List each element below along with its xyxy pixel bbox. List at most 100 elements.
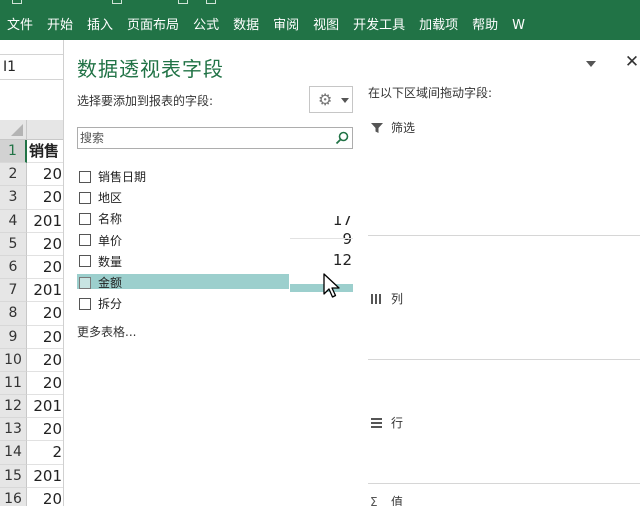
gear-icon: ⚙: [318, 90, 333, 109]
more-tables-link[interactable]: 更多表格...: [77, 323, 136, 340]
row-number[interactable]: 13: [0, 418, 27, 442]
cell[interactable]: 201: [27, 210, 63, 233]
field-checkbox[interactable]: [79, 255, 91, 268]
pane-title: 数据透视表字段: [77, 57, 224, 81]
tab-developer[interactable]: 开发工具: [346, 14, 412, 38]
values-area-header: Σ 值: [370, 493, 403, 506]
table-row: 3 20: [0, 186, 63, 210]
field-checkbox[interactable]: [79, 297, 91, 310]
rows-area-label: 行: [391, 416, 404, 430]
row-number[interactable]: 4: [0, 209, 27, 233]
field-item[interactable]: 地区: [77, 187, 353, 208]
filter-area[interactable]: 筛选: [368, 119, 640, 235]
cell[interactable]: 20: [27, 233, 63, 256]
table-row: 11 20: [0, 371, 63, 396]
row-number[interactable]: 10: [0, 348, 27, 372]
row-number[interactable]: 8: [0, 302, 27, 326]
rows-area-header: 行: [370, 414, 403, 431]
row-number[interactable]: 11: [0, 371, 27, 396]
row-number[interactable]: 5: [0, 232, 27, 256]
cell[interactable]: 20: [27, 326, 63, 349]
field-checkbox[interactable]: [79, 212, 91, 225]
tools-button[interactable]: ⚙: [309, 86, 353, 113]
search-icon[interactable]: [335, 131, 349, 145]
tab-help[interactable]: 帮助: [465, 14, 505, 38]
table-row: 5 20: [0, 232, 63, 256]
cell[interactable]: 20: [27, 488, 63, 506]
ribbon: 文件 开始 插入 页面布局 公式 数据 审阅 视图 开发工具 加载项 帮助 W: [0, 0, 640, 40]
drag-residue: 17 9 12: [290, 216, 353, 271]
tab-page-layout[interactable]: 页面布局: [120, 14, 186, 38]
cell[interactable]: 201: [27, 279, 63, 303]
worksheet: I1 1 销售 2 20 3 20 4 201 5 20 6 20 7 201 8 20 9 20 10 20 11 20…: [0, 40, 63, 506]
cell[interactable]: 20: [27, 163, 63, 187]
values-area[interactable]: Σ 值: [368, 483, 640, 506]
tab-data[interactable]: 数据: [226, 14, 266, 38]
chevron-down-icon: [341, 98, 349, 103]
residue-value: 12: [332, 251, 352, 270]
row-number[interactable]: 16: [0, 487, 27, 506]
qat-icon[interactable]: [178, 0, 188, 4]
name-box[interactable]: I1: [0, 54, 63, 80]
row-number[interactable]: 9: [0, 325, 27, 349]
cell[interactable]: 20: [27, 349, 63, 372]
table-row: 12 201: [0, 395, 63, 419]
field-checkbox[interactable]: [79, 234, 91, 247]
table-row: 14 2: [0, 441, 63, 465]
tab-formulas[interactable]: 公式: [186, 14, 226, 38]
row-number[interactable]: 15: [0, 464, 27, 488]
field-search-box: [77, 127, 353, 149]
columns-icon: [371, 293, 381, 304]
residue-value: 9: [342, 230, 352, 248]
tab-addins[interactable]: 加载项: [412, 14, 465, 38]
field-label: 拆分: [98, 297, 123, 312]
row-number[interactable]: 1: [0, 140, 27, 164]
select-all-corner[interactable]: [0, 120, 27, 140]
search-input[interactable]: [78, 128, 328, 148]
tab-review[interactable]: 审阅: [266, 14, 306, 38]
mouse-cursor-icon: [323, 273, 340, 298]
save-icon[interactable]: [12, 0, 22, 4]
cell[interactable]: 销售: [27, 140, 63, 164]
pane-options-chevron-icon[interactable]: [585, 58, 597, 68]
field-checkbox[interactable]: [79, 170, 91, 183]
field-item[interactable]: 拆分: [77, 293, 353, 314]
table-row: 8 20: [0, 302, 63, 326]
residue-line: [290, 238, 353, 239]
cell[interactable]: 201: [27, 395, 63, 419]
close-icon[interactable]: ✕: [624, 52, 640, 72]
tab-file[interactable]: 文件: [0, 14, 40, 38]
cell[interactable]: 20: [27, 256, 63, 280]
row-number[interactable]: 2: [0, 163, 27, 187]
row-number[interactable]: 6: [0, 255, 27, 280]
columns-area[interactable]: 列: [368, 235, 640, 359]
table-row: 13 20: [0, 418, 63, 442]
cell[interactable]: 20: [27, 302, 63, 326]
table-row: 15 201: [0, 464, 63, 488]
field-item[interactable]: 销售日期: [77, 166, 353, 187]
row-number[interactable]: 7: [0, 279, 27, 303]
field-checkbox[interactable]: [79, 191, 91, 204]
tab-insert[interactable]: 插入: [80, 14, 120, 38]
cell[interactable]: 201: [27, 465, 63, 488]
column-header[interactable]: [27, 120, 63, 140]
qat-icon[interactable]: [206, 0, 216, 4]
tab-more[interactable]: W: [505, 14, 532, 38]
field-checkbox[interactable]: [79, 276, 91, 289]
cell[interactable]: 20: [27, 186, 63, 210]
table-row: 4 201: [0, 209, 63, 233]
row-number[interactable]: 3: [0, 186, 27, 210]
columns-area-header: 列: [370, 290, 403, 307]
rows-area[interactable]: 行: [368, 359, 640, 483]
table-row: 2 20: [0, 163, 63, 187]
tab-home[interactable]: 开始: [40, 14, 80, 38]
cell[interactable]: 20: [27, 372, 63, 396]
row-number[interactable]: 14: [0, 441, 27, 465]
row-number[interactable]: 12: [0, 395, 27, 419]
field-label: 单价: [98, 233, 123, 248]
tab-view[interactable]: 视图: [306, 14, 346, 38]
cell[interactable]: 20: [27, 418, 63, 442]
table-row: 6 20: [0, 255, 63, 280]
cell[interactable]: 2: [27, 441, 63, 465]
qat-icon[interactable]: [112, 0, 122, 4]
